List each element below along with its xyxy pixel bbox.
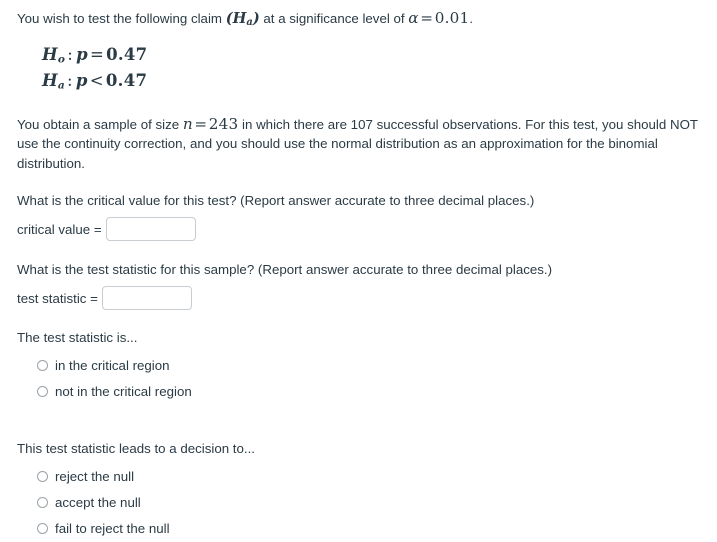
radio-button-icon[interactable] <box>37 496 48 508</box>
radio-option-label: in the critical region <box>55 357 170 373</box>
radio-option-in-critical-region[interactable]: in the critical region <box>37 353 717 377</box>
alternative-hypothesis-line: Ha: p <0.47 <box>42 70 717 97</box>
null-hypothesis-value: 0.47 <box>106 44 148 64</box>
test-statistic-input[interactable] <box>101 286 192 311</box>
sample-size-math: n=243 <box>183 115 239 133</box>
radio-option-label: fail to reject the null <box>55 520 170 536</box>
test-statistic-prompt: What is the test statistic for this samp… <box>17 262 553 278</box>
alternative-hypothesis-colon: : <box>67 71 73 91</box>
paren-open: ( <box>225 10 233 27</box>
claim-middle-text: at a significance level of <box>259 11 409 26</box>
radio-button-icon[interactable] <box>37 385 48 397</box>
alternative-hypothesis-relation: < <box>89 71 104 91</box>
null-hypothesis-parameter: p <box>76 44 88 64</box>
claim-suffix-text: . <box>469 11 474 26</box>
critical-value-label: critical value = <box>17 221 102 237</box>
radio-button-icon[interactable] <box>37 522 48 534</box>
radio-option-label: accept the null <box>55 494 141 510</box>
critical-value-input[interactable] <box>105 217 196 242</box>
radio-button-icon[interactable] <box>37 470 48 482</box>
radio-option-not-in-critical-region[interactable]: not in the critical region <box>37 379 717 403</box>
question-page: You wish to test the following claim (Ha… <box>17 9 717 542</box>
null-hypothesis-relation: = <box>89 44 105 64</box>
claim-prefix-text: You wish to test the following claim <box>17 11 226 26</box>
alpha-equals-operator: = <box>420 9 434 27</box>
radio-option-label: not in the critical region <box>55 383 192 399</box>
test-statistic-answer-row: test statistic = <box>17 286 717 311</box>
decision-radio-group: reject the null accept the null fail to … <box>37 464 717 540</box>
test-statistic-label: test statistic = <box>17 290 98 306</box>
decision-prompt: This test statistic leads to a decision … <box>17 441 255 457</box>
sample-size-equals-operator: = <box>194 114 208 133</box>
paren-close: ) <box>252 10 260 27</box>
hypothesis-symbol: H <box>232 10 247 27</box>
critical-region-radio-group: in the critical region not in the critic… <box>37 353 717 403</box>
hypotheses-block: Ho: p = 0.47 Ha: p <0.47 <box>42 44 717 97</box>
radio-button-icon[interactable] <box>37 359 48 371</box>
critical-region-prompt: The test statistic is... <box>17 330 138 346</box>
null-hypothesis-line: Ho: p = 0.47 <box>42 44 717 71</box>
alpha-symbol: α <box>408 9 419 27</box>
radio-option-reject-the-null[interactable]: reject the null <box>37 464 717 488</box>
alternative-hypothesis-inline-math: (Ha) <box>225 10 260 28</box>
radio-option-fail-to-reject-the-null[interactable]: fail to reject the null <box>37 516 717 540</box>
radio-option-accept-the-null[interactable]: accept the null <box>37 490 717 514</box>
alpha-value: 0.01 <box>434 9 470 27</box>
sample-size-value: 243 <box>208 114 239 133</box>
alpha-level-math: α=0.01 <box>408 9 469 27</box>
critical-value-answer-row: critical value = <box>17 217 717 242</box>
alternative-hypothesis-symbol: H <box>42 71 58 91</box>
sample-size-symbol: n <box>182 114 193 133</box>
sample-text-part1: You obtain a sample of size <box>17 116 183 132</box>
alternative-hypothesis-parameter: p <box>75 71 88 91</box>
claim-statement: You wish to test the following claim (Ha… <box>17 9 717 33</box>
alternative-hypothesis-value: 0.47 <box>105 71 148 91</box>
null-hypothesis-symbol: H <box>42 44 58 64</box>
critical-value-prompt: What is the critical value for this test… <box>17 193 535 209</box>
alternative-hypothesis-subscript: a <box>57 79 66 92</box>
null-hypothesis-colon: : <box>67 44 74 64</box>
radio-option-label: reject the null <box>55 468 135 484</box>
sample-description: You obtain a sample of size n=243 in whi… <box>17 115 717 174</box>
